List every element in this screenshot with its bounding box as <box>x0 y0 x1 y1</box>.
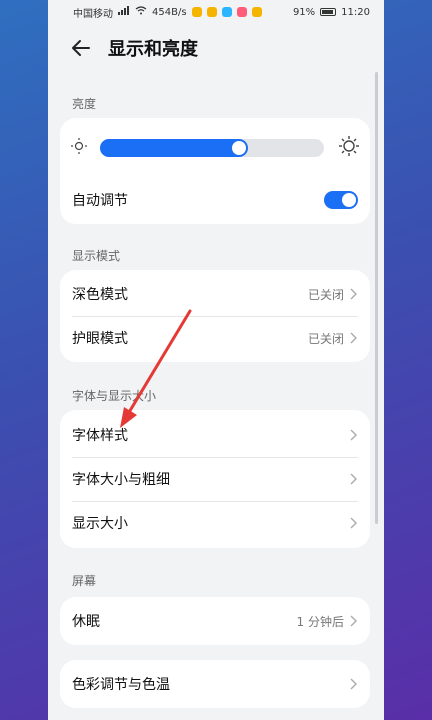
brightness-slider-row <box>60 118 370 178</box>
eye-comfort-label: 护眼模式 <box>72 331 128 347</box>
wifi-icon <box>135 6 147 18</box>
list-item-font-style[interactable]: 字体样式 <box>60 413 370 457</box>
notification-app-icon <box>191 7 202 17</box>
chevron-right-icon <box>350 470 358 489</box>
screen-card: 休眠 1 分钟后 <box>60 597 370 645</box>
battery-icon <box>320 8 337 16</box>
net-speed: 454B/s <box>152 6 187 18</box>
sun-dim-icon <box>70 137 88 159</box>
auto-brightness-toggle[interactable] <box>324 191 358 209</box>
status-bar: 中国移动 454B/s 91% 11:20 <box>48 0 384 24</box>
divider <box>72 501 358 502</box>
chevron-right-icon <box>350 426 358 445</box>
divider <box>72 457 358 458</box>
chevron-right-icon <box>350 329 358 348</box>
chevron-right-icon <box>350 675 358 694</box>
eye-comfort-value: 已关闭 <box>307 331 344 346</box>
toggle-knob <box>342 193 356 207</box>
back-arrow-icon[interactable] <box>70 36 94 60</box>
notification-app-icon <box>221 7 232 17</box>
chevron-right-icon <box>350 285 358 304</box>
chevron-right-icon <box>350 612 358 631</box>
app-header: 显示和亮度 <box>48 24 384 72</box>
auto-brightness-row[interactable]: 自动调节 <box>60 178 370 222</box>
section-label-screen: 屏幕 <box>72 574 97 588</box>
list-item-font-size[interactable]: 字体大小与粗细 <box>60 457 370 501</box>
brightness-slider-fill <box>100 139 248 157</box>
sleep-value: 1 分钟后 <box>296 614 344 629</box>
sleep-label: 休眠 <box>72 614 100 630</box>
dark-mode-value: 已关闭 <box>307 287 344 302</box>
battery-percent: 91% <box>292 6 316 18</box>
font-size-label: 字体大小与粗细 <box>72 472 170 488</box>
scrollbar[interactable] <box>375 72 378 524</box>
clock: 11:20 <box>341 6 370 18</box>
font-style-label: 字体样式 <box>72 428 128 444</box>
list-item-eye-comfort[interactable]: 护眼模式 已关闭 <box>60 316 370 360</box>
notification-app-icon <box>251 7 262 17</box>
brightness-card: 自动调节 <box>60 118 370 224</box>
list-item-display-size[interactable]: 显示大小 <box>60 501 370 545</box>
phone-screen: 中国移动 454B/s 91% 11:20 显示和亮度 亮度 自动调节 显示模式… <box>48 0 384 720</box>
color-temperature-label: 色彩调节与色温 <box>72 677 170 693</box>
display-mode-card: 深色模式 已关闭 护眼模式 已关闭 <box>60 270 370 362</box>
list-item-sleep[interactable]: 休眠 1 分钟后 <box>60 599 370 643</box>
page-title: 显示和亮度 <box>108 39 198 60</box>
signal-icon <box>118 6 130 18</box>
section-label-display-mode: 显示模式 <box>72 249 121 263</box>
notification-app-icon <box>206 7 217 17</box>
display-size-label: 显示大小 <box>72 516 128 532</box>
section-label-font: 字体与显示大小 <box>72 389 157 403</box>
carrier-label: 中国移动 <box>73 8 113 20</box>
font-card: 字体样式 字体大小与粗细 显示大小 <box>60 410 370 548</box>
brightness-slider-thumb[interactable] <box>232 141 246 155</box>
color-card: 色彩调节与色温 <box>60 660 370 708</box>
sun-bright-icon <box>338 135 360 161</box>
auto-brightness-label: 自动调节 <box>72 193 128 209</box>
brightness-slider[interactable] <box>100 139 324 157</box>
chevron-right-icon <box>350 514 358 533</box>
dark-mode-label: 深色模式 <box>72 287 128 303</box>
notification-app-icon <box>236 7 247 17</box>
list-item-color-temperature[interactable]: 色彩调节与色温 <box>60 662 370 706</box>
divider <box>72 316 358 317</box>
section-label-brightness: 亮度 <box>72 97 97 111</box>
list-item-dark-mode[interactable]: 深色模式 已关闭 <box>60 272 370 316</box>
